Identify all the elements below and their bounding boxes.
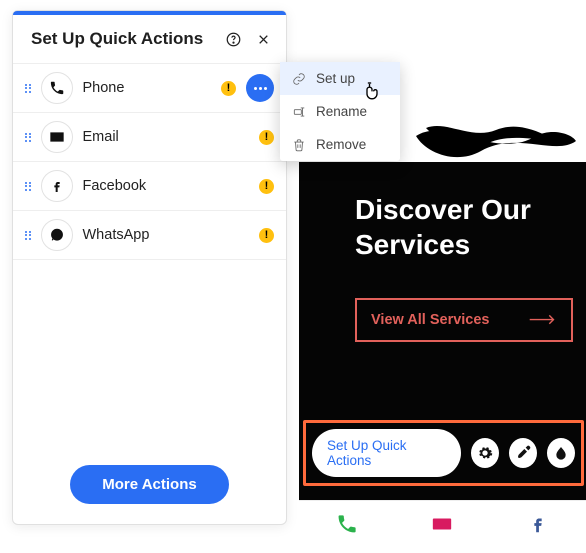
- panel-header-icons: [226, 32, 270, 47]
- action-label: Facebook: [83, 178, 250, 194]
- view-all-services-button[interactable]: View All Services: [355, 298, 573, 342]
- quick-actions-toolbar: Set Up Quick Actions: [303, 420, 584, 486]
- warning-badge-icon: !: [259, 130, 274, 145]
- context-remove-label: Remove: [316, 137, 366, 152]
- qa-email-button[interactable]: [431, 513, 453, 540]
- email-icon: [41, 121, 73, 153]
- context-setup-label: Set up: [316, 71, 355, 86]
- context-setup[interactable]: Set up: [280, 62, 400, 95]
- settings-tool[interactable]: [471, 438, 499, 468]
- whatsapp-icon: [41, 219, 73, 251]
- context-menu: Set up Rename Remove: [280, 62, 400, 161]
- panel-title: Set Up Quick Actions: [31, 29, 203, 49]
- list-item[interactable]: Email !: [13, 113, 286, 162]
- context-rename-label: Rename: [316, 104, 367, 119]
- action-label: WhatsApp: [83, 227, 250, 243]
- droplet-icon: [553, 445, 569, 461]
- row-menu-button[interactable]: [246, 74, 274, 102]
- drag-handle-icon[interactable]: [25, 231, 31, 240]
- decorative-brush-icon: [411, 108, 581, 164]
- quick-actions-bar: [299, 500, 586, 552]
- phone-icon: [41, 72, 73, 104]
- hero-heading: Discover Our Services: [355, 192, 566, 262]
- drag-handle-icon[interactable]: [25, 133, 31, 142]
- facebook-icon: [527, 513, 549, 535]
- gear-icon: [477, 445, 493, 461]
- action-label: Email: [83, 129, 250, 145]
- quick-actions-panel: Set Up Quick Actions Phone ! Email: [12, 10, 287, 525]
- warning-badge-icon: !: [221, 81, 236, 96]
- email-icon: [431, 513, 453, 535]
- setup-quick-actions-pill[interactable]: Set Up Quick Actions: [312, 429, 461, 477]
- list-item[interactable]: Phone !: [13, 64, 286, 113]
- drag-handle-icon[interactable]: [25, 84, 31, 93]
- action-list: Phone ! Email ! Facebook ! WhatsAp: [13, 64, 286, 445]
- panel-header: Set Up Quick Actions: [13, 15, 286, 64]
- context-remove[interactable]: Remove: [280, 128, 400, 161]
- context-rename[interactable]: Rename: [280, 95, 400, 128]
- view-all-label: View All Services: [371, 312, 490, 328]
- qa-phone-button[interactable]: [336, 513, 358, 540]
- arrow-right-icon: [529, 314, 557, 325]
- brush-icon: [515, 445, 531, 461]
- warning-badge-icon: !: [259, 228, 274, 243]
- close-icon[interactable]: [257, 32, 270, 47]
- list-item[interactable]: Facebook !: [13, 162, 286, 211]
- design-tool[interactable]: [509, 438, 537, 468]
- phone-icon: [336, 513, 358, 535]
- hero-section: Discover Our Services View All Services …: [299, 162, 586, 500]
- warning-badge-icon: !: [259, 179, 274, 194]
- drag-handle-icon[interactable]: [25, 182, 31, 191]
- list-item[interactable]: WhatsApp !: [13, 211, 286, 260]
- action-label: Phone: [83, 80, 212, 96]
- color-tool[interactable]: [547, 438, 575, 468]
- facebook-icon: [41, 170, 73, 202]
- qa-facebook-button[interactable]: [527, 513, 549, 540]
- help-icon[interactable]: [226, 32, 241, 47]
- panel-footer: More Actions: [13, 445, 286, 524]
- cursor-icon: [362, 82, 382, 109]
- more-actions-button[interactable]: More Actions: [70, 465, 228, 504]
